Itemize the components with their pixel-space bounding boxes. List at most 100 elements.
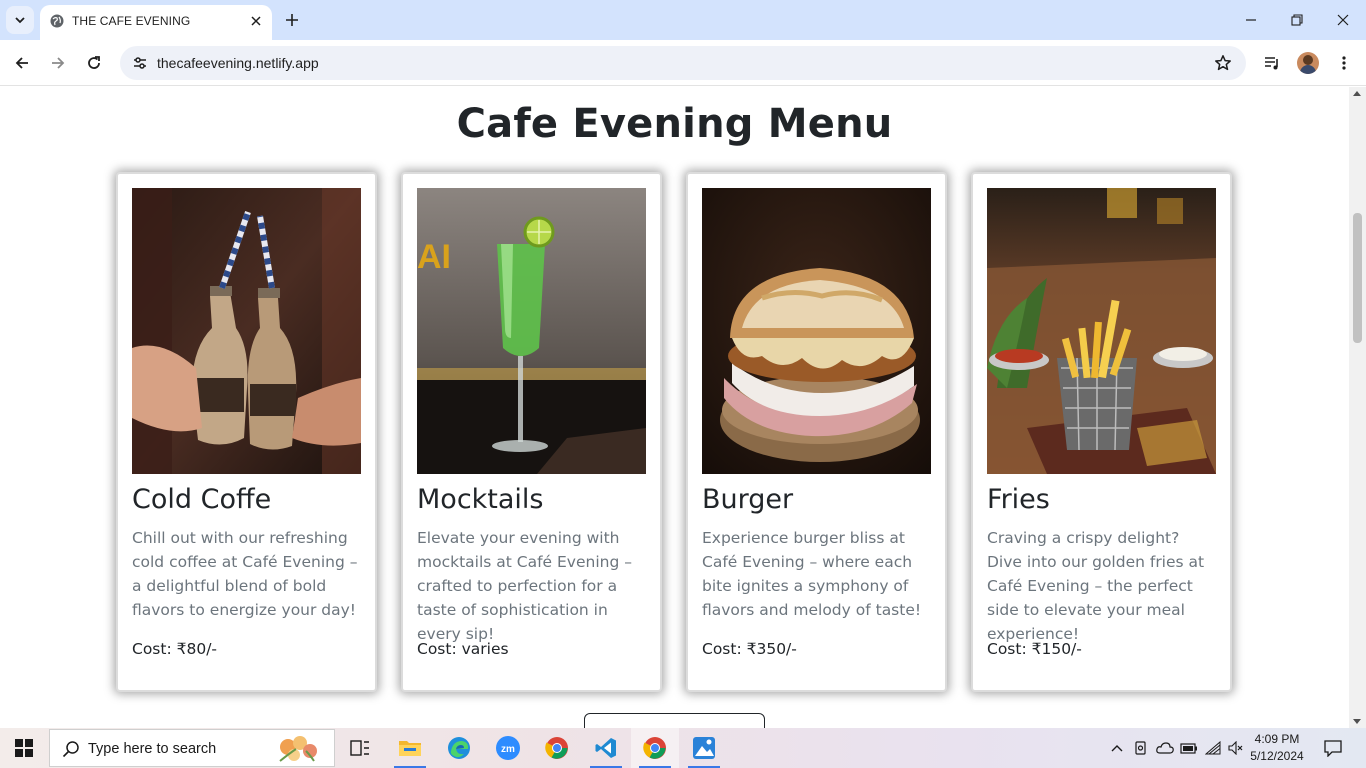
arrow-left-icon <box>15 57 28 69</box>
page-scrollbar[interactable] <box>1349 87 1366 728</box>
clock-time: 4:09 PM <box>1254 732 1300 746</box>
menu-card-fries: Fries Craving a crispy delight? Dive int… <box>971 172 1232 692</box>
tab-close-button[interactable] <box>246 11 266 31</box>
address-bar[interactable]: thecafeevening.netlify.app <box>120 46 1246 80</box>
scroll-up-arrow-icon[interactable] <box>1353 91 1361 96</box>
bookmark-button[interactable] <box>1212 52 1234 74</box>
item-name: Burger <box>702 484 794 515</box>
task-view-button[interactable] <box>336 728 384 768</box>
wifi-icon <box>1205 741 1221 755</box>
site-info-button[interactable] <box>128 51 152 75</box>
star-icon <box>1215 55 1231 71</box>
fries-basket-photo <box>987 188 1216 474</box>
restore-button[interactable] <box>1274 0 1320 40</box>
svg-text:AI: AI <box>417 238 451 276</box>
new-tab-button[interactable] <box>280 8 304 32</box>
zoom-button[interactable]: zm <box>484 728 532 768</box>
tab-search-button[interactable] <box>6 6 34 34</box>
plus-icon <box>286 14 298 26</box>
photos-icon <box>693 737 715 759</box>
windows-taskbar: Type here to search zm 4:09 PM 5/12/2024 <box>0 728 1366 768</box>
close-icon <box>251 16 261 26</box>
item-cost: Cost: varies <box>417 640 509 658</box>
camera-icon <box>1135 741 1146 755</box>
item-name: Fries <box>987 484 1050 515</box>
reload-icon <box>88 56 100 69</box>
page-title: Cafe Evening Menu <box>456 101 893 147</box>
notifications-button[interactable] <box>1318 728 1348 768</box>
close-icon <box>1337 14 1349 26</box>
profile-button[interactable] <box>1294 49 1322 77</box>
item-cost: Cost: ₹80/- <box>132 640 218 658</box>
page-viewport: Cafe Evening Menu Cold Coffe Chill out w… <box>0 87 1366 728</box>
close-window-button[interactable] <box>1320 0 1366 40</box>
meet-now-button[interactable] <box>1130 728 1152 768</box>
edge-button[interactable] <box>435 728 483 768</box>
chrome-icon <box>545 737 568 759</box>
tab-title: THE CAFE EVENING <box>72 14 191 28</box>
folder-icon <box>399 741 421 756</box>
notification-icon <box>1324 740 1342 757</box>
browser-toolbar: thecafeevening.netlify.app <box>0 40 1366 86</box>
menu-card-mocktails: AI Mocktails Elevate your evening with m… <box>401 172 662 692</box>
start-button[interactable] <box>0 728 48 768</box>
item-name: Cold Coffe <box>132 484 272 515</box>
item-description: Chill out with our refreshing cold coffe… <box>132 529 358 619</box>
volume-button[interactable] <box>1225 728 1247 768</box>
cold-coffee-bottles-photo <box>132 188 361 474</box>
onedrive-button[interactable] <box>1154 728 1176 768</box>
url-text[interactable]: thecafeevening.netlify.app <box>157 55 319 71</box>
more-vertical-icon <box>1342 56 1346 70</box>
taskbar-search-box[interactable]: Type here to search <box>49 729 335 767</box>
forward-button[interactable] <box>44 49 72 77</box>
scroll-down-arrow-icon[interactable] <box>1353 719 1361 724</box>
chevron-down-icon <box>15 17 25 24</box>
search-icon <box>62 741 79 758</box>
scrollbar-thumb[interactable] <box>1353 213 1362 343</box>
clock-date: 5/12/2024 <box>1250 749 1304 763</box>
file-explorer-button[interactable] <box>386 728 434 768</box>
battery-icon <box>1180 743 1197 754</box>
menu-card-burger: Burger Experience burger bliss at Café E… <box>686 172 947 692</box>
item-description: Craving a crispy delight? Dive into our … <box>987 529 1205 643</box>
tune-icon <box>134 57 146 69</box>
item-description: Elevate your evening with mocktails at C… <box>417 529 632 643</box>
flowers-illustration-icon <box>279 736 317 762</box>
chrome-active-button[interactable] <box>631 728 679 768</box>
item-description: Experience burger bliss at Café Evening … <box>702 529 922 619</box>
vscode-button[interactable] <box>582 728 630 768</box>
avatar <box>1297 52 1319 74</box>
media-control-button[interactable] <box>1258 49 1286 77</box>
cloud-icon <box>1156 742 1174 754</box>
vscode-icon <box>595 738 616 758</box>
browser-tab-active[interactable]: THE CAFE EVENING <box>40 5 272 40</box>
svg-text:zm: zm <box>501 744 515 755</box>
minimize-icon <box>1246 19 1256 21</box>
globe-icon <box>50 14 64 28</box>
windows-logo-icon <box>15 739 33 757</box>
green-mocktail-glass-photo: AI <box>417 188 646 474</box>
playlist-icon <box>1265 57 1278 70</box>
chevron-up-icon <box>1111 745 1123 752</box>
photos-button[interactable] <box>680 728 728 768</box>
chrome-icon <box>643 737 666 759</box>
edge-icon <box>448 737 470 759</box>
item-name: Mocktails <box>417 484 544 515</box>
partially-visible-button[interactable] <box>584 713 765 728</box>
network-button[interactable] <box>1202 728 1224 768</box>
restore-icon <box>1291 14 1303 26</box>
chrome-button[interactable] <box>533 728 581 768</box>
taskbar-clock[interactable]: 4:09 PM 5/12/2024 <box>1245 731 1309 765</box>
item-cost: Cost: ₹150/- <box>987 640 1082 658</box>
task-view-icon <box>350 740 369 756</box>
menu-card-cold-coffe: Cold Coffe Chill out with our refreshing… <box>116 172 377 692</box>
minimize-button[interactable] <box>1228 0 1274 40</box>
speaker-muted-icon <box>1228 741 1243 755</box>
item-cost: Cost: ₹350/- <box>702 640 797 658</box>
back-button[interactable] <box>8 49 36 77</box>
arrow-right-icon <box>52 57 65 69</box>
reload-button[interactable] <box>80 49 108 77</box>
show-hidden-icons-button[interactable] <box>1106 728 1128 768</box>
menu-button[interactable] <box>1330 49 1358 77</box>
battery-button[interactable] <box>1178 728 1200 768</box>
